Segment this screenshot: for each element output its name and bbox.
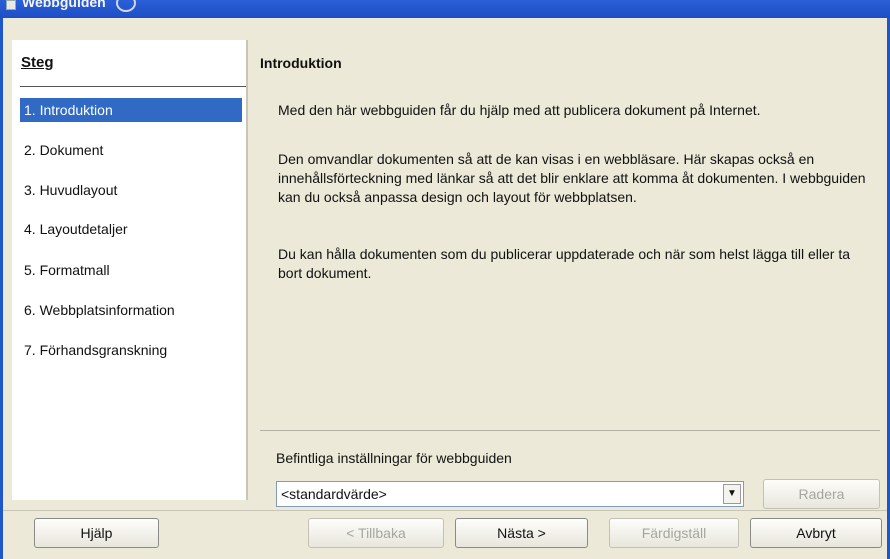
step-introduktion[interactable]: 1. Introduktion — [20, 98, 242, 122]
window-title: Webbguiden — [22, 0, 106, 10]
wizard-dialog: Steg 1. Introduktion 2. Dokument 3. Huvu… — [0, 18, 890, 559]
back-button[interactable]: < Tillbaka — [308, 518, 444, 548]
steps-heading: Steg — [21, 54, 54, 71]
step-huvudlayout[interactable]: 3. Huvudlayout — [20, 178, 242, 202]
step-layoutdetaljer[interactable]: 4. Layoutdetaljer — [20, 217, 242, 241]
delete-button-label: Radera — [798, 486, 845, 502]
page-title: Introduktion — [260, 55, 342, 71]
next-button-label: Nästa > — [497, 525, 546, 541]
cancel-button[interactable]: Avbryt — [750, 518, 882, 548]
settings-label-text: Befintliga inställningar för webbguiden — [276, 450, 512, 466]
finish-button-label: Färdigställ — [641, 525, 707, 541]
content-panel: Introduktion Med den här webbguiden får … — [248, 40, 884, 509]
intro-paragraph-3: Du kan hålla dokumenten som du publicera… — [278, 246, 851, 281]
help-button-label: Hjälp — [80, 525, 113, 541]
chevron-down-icon[interactable]: ▼ — [723, 484, 741, 504]
cancel-button-label: Avbryt — [796, 525, 836, 541]
title-decoration-icon — [116, 0, 136, 12]
intro-paragraph-1: Med den här webbguiden får du hjälp med … — [278, 102, 761, 118]
title-bar: Webbguiden — [0, 0, 890, 18]
step-forhandsgranskning[interactable]: 7. Förhandsgranskning — [20, 338, 242, 362]
settings-label: Befintliga inställningar för webbguiden — [276, 450, 512, 466]
settings-dropdown[interactable]: <standardvärde> ▼ — [276, 481, 744, 507]
bottom-separator — [3, 510, 887, 511]
next-button[interactable]: Nästa > — [455, 518, 588, 548]
help-button[interactable]: Hjälp — [34, 518, 159, 548]
step-formatmall[interactable]: 5. Formatmall — [20, 258, 242, 282]
steps-panel: Steg 1. Introduktion 2. Dokument 3. Huvu… — [12, 40, 252, 500]
app-icon — [6, 0, 16, 10]
delete-button[interactable]: Radera — [763, 479, 880, 509]
steps-divider — [20, 86, 252, 87]
back-button-label: < Tillbaka — [346, 525, 406, 541]
settings-dropdown-value: <standardvärde> — [281, 486, 387, 502]
step-dokument[interactable]: 2. Dokument — [20, 138, 242, 162]
finish-button[interactable]: Färdigställ — [609, 518, 739, 548]
intro-paragraph-2: Den omvandlar dokumenten så att de kan v… — [278, 151, 866, 205]
content-separator — [260, 430, 880, 431]
step-webbplatsinformation[interactable]: 6. Webbplatsinformation — [20, 298, 242, 322]
